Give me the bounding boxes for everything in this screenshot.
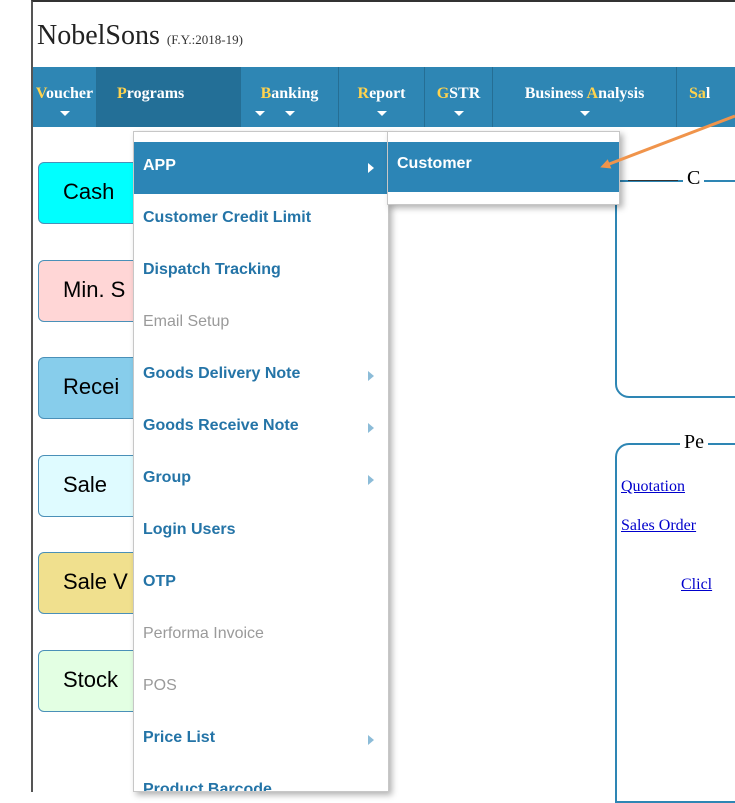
main-navbar: Voucher Programs Banking Report GSTR Bus… bbox=[33, 67, 735, 127]
submenu-item-customer[interactable]: Customer bbox=[388, 142, 619, 192]
fiscal-year-label: (F.Y.:2018-19) bbox=[166, 32, 243, 47]
menu-item-dispatch-tracking[interactable]: Dispatch Tracking bbox=[134, 246, 388, 298]
menu-item-goods-delivery-note[interactable]: Goods Delivery Note bbox=[134, 350, 388, 402]
pending-panel-title: Pe bbox=[680, 431, 708, 454]
chevron-right-icon bbox=[368, 163, 374, 173]
chevron-right-icon bbox=[368, 735, 374, 745]
programs-dropdown-menu: APP Customer Credit Limit Dispatch Track… bbox=[133, 131, 389, 792]
app-title: NobelSons (F.Y.:2018-19) bbox=[37, 20, 243, 52]
chevron-right-icon bbox=[368, 371, 374, 381]
nav-banking[interactable]: Banking bbox=[241, 67, 339, 127]
menu-item-customer-credit-limit[interactable]: Customer Credit Limit bbox=[134, 194, 388, 246]
menu-item-group[interactable]: Group bbox=[134, 454, 388, 506]
nav-sale[interactable]: Sal bbox=[677, 67, 735, 127]
menu-item-product-barcode[interactable]: Product Barcode bbox=[134, 766, 388, 791]
nav-gstr[interactable]: GSTR bbox=[425, 67, 493, 127]
chevron-right-icon bbox=[368, 475, 374, 485]
chevron-down-icon bbox=[59, 111, 70, 116]
app-name: NobelSons bbox=[37, 20, 160, 51]
menu-item-login-users[interactable]: Login Users bbox=[134, 506, 388, 558]
nav-voucher[interactable]: Voucher bbox=[33, 67, 97, 127]
menu-item-goods-receive-note[interactable]: Goods Receive Note bbox=[134, 402, 388, 454]
menu-item-email-setup: Email Setup bbox=[143, 313, 230, 330]
top-panel-title: C bbox=[683, 167, 705, 190]
menu-item-pos: POS bbox=[143, 677, 177, 694]
link-sales-order[interactable]: Sales Order bbox=[621, 517, 696, 535]
chevron-down-icon bbox=[376, 111, 387, 116]
chevron-down-icon bbox=[284, 111, 295, 116]
chevron-down-icon bbox=[453, 111, 464, 116]
link-quotation[interactable]: Quotation bbox=[621, 478, 685, 496]
top-panel bbox=[615, 180, 735, 398]
nav-programs[interactable]: Programs bbox=[97, 67, 265, 127]
link-click[interactable]: Clicl bbox=[681, 576, 712, 594]
app-submenu: Customer bbox=[387, 131, 620, 205]
menu-item-price-list[interactable]: Price List bbox=[134, 714, 388, 766]
chevron-down-icon bbox=[579, 111, 590, 116]
pending-panel bbox=[615, 443, 735, 803]
nav-report[interactable]: Report bbox=[339, 67, 425, 127]
menu-item-otp[interactable]: OTP bbox=[134, 558, 388, 610]
menu-item-app[interactable]: APP bbox=[134, 142, 388, 194]
menu-item-performa-invoice: Performa Invoice bbox=[143, 625, 264, 642]
chevron-right-icon bbox=[368, 423, 374, 433]
nav-business-analysis[interactable]: Business Analysis bbox=[493, 67, 677, 127]
